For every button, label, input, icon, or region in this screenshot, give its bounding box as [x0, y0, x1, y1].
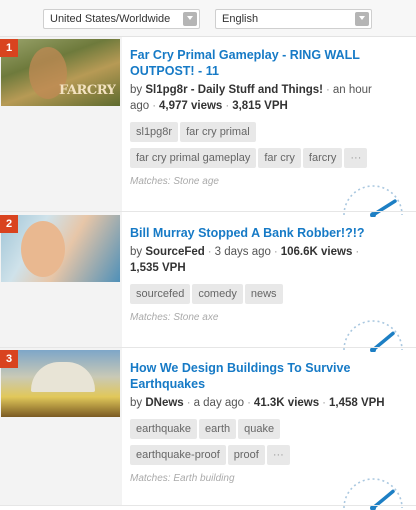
video-title-link[interactable]: How We Design Buildings To Survive Earth… [130, 360, 412, 392]
region-select[interactable]: United States/Worldwide [43, 9, 200, 29]
chevron-down-icon[interactable] [355, 12, 369, 26]
video-list-item: 3 How We Design Buildings To Survive Ear… [0, 348, 416, 510]
tag-chip[interactable]: far cry primal [180, 122, 256, 142]
chevron-down-icon[interactable] [183, 12, 197, 26]
video-title-link[interactable]: Far Cry Primal Gameplay - RING WALL OUTP… [130, 47, 412, 79]
video-meta: by Sl1pg8r - Daily Stuff and Things! · an … [130, 84, 372, 112]
tag-chip[interactable]: sl1pg8r [130, 122, 179, 142]
language-select[interactable]: English [215, 9, 372, 29]
tag-list: sourcefed comedy news [130, 284, 412, 310]
view-count: 106.6K views [280, 246, 353, 258]
velocity-gauge-icon [343, 320, 403, 352]
vph-count: 1,535 VPH [130, 262, 186, 274]
velocity-gauge-icon [343, 478, 403, 510]
tag-chip[interactable]: news [244, 284, 283, 304]
tag-chip[interactable]: proof [227, 445, 265, 465]
more-tags-button[interactable]: ··· [344, 148, 368, 168]
vph-count: 1,458 VPH [328, 397, 385, 409]
tag-chip[interactable]: earth [199, 419, 237, 439]
video-thumbnail[interactable]: FARCRY [1, 39, 120, 106]
region-select-value: United States/Worldwide [50, 13, 171, 25]
by-label: by [130, 84, 143, 96]
tag-chip[interactable]: earthquake-proof [130, 445, 226, 465]
channel-name[interactable]: SourceFed [145, 246, 204, 258]
vph-count: 3,815 VPH [232, 100, 288, 112]
video-meta: by SourceFed · 3 days ago · 106.6K views · 1,5… [130, 246, 360, 274]
tag-chip[interactable]: earthquake [130, 419, 198, 439]
video-thumbnail[interactable] [1, 350, 120, 417]
filter-bar: United States/Worldwide English [0, 0, 416, 37]
rank-badge: 3 [0, 350, 18, 368]
tag-chip[interactable]: quake [238, 419, 281, 439]
tag-chip[interactable]: farcry [302, 148, 343, 168]
video-list-item: 2 Bill Murray Stopped A Bank Robber!?!? … [0, 212, 416, 352]
tag-chip[interactable]: far cry [258, 148, 301, 168]
thumbnail-logo-text: FARCRY [59, 83, 116, 98]
tag-chip[interactable]: far cry primal gameplay [130, 148, 257, 168]
by-label: by [130, 246, 143, 258]
more-tags-button[interactable]: ··· [266, 445, 290, 465]
rank-badge: 2 [0, 215, 18, 233]
upload-age: 3 days ago [214, 246, 271, 258]
tag-list: sl1pg8r far cry primal far cry primal gam… [130, 122, 412, 174]
view-count: 4,977 views [159, 100, 223, 112]
channel-name[interactable]: DNews [145, 397, 183, 409]
tag-chip[interactable]: comedy [192, 284, 243, 304]
by-label: by [130, 397, 143, 409]
tag-list: earthquake earth quake earthquake-proof pro… [130, 419, 412, 471]
tag-chip[interactable]: sourcefed [130, 284, 191, 304]
language-select-value: English [222, 13, 259, 25]
view-count: 41.3K views [253, 397, 320, 409]
video-thumbnail[interactable] [1, 215, 120, 282]
video-meta: by DNews · a day ago · 41.3K views · 1,458 VPH [130, 397, 385, 409]
channel-name[interactable]: Sl1pg8r - Daily Stuff and Things! [145, 84, 323, 96]
video-list-item: FARCRY 1 Far Cry Primal Gameplay - RING … [0, 37, 416, 217]
video-title-link[interactable]: Bill Murray Stopped A Bank Robber!?!? [130, 225, 412, 241]
upload-age: a day ago [193, 397, 245, 409]
rank-badge: 1 [0, 39, 18, 57]
